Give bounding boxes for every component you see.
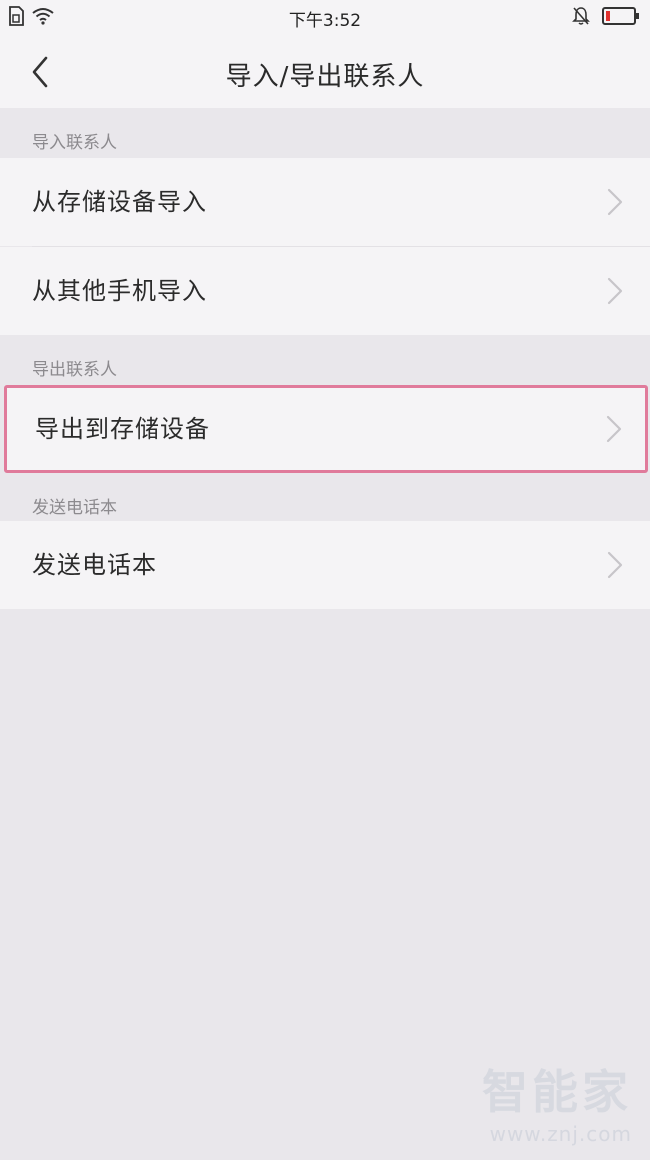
chevron-right-icon — [607, 188, 623, 216]
mute-bell-icon — [572, 7, 590, 25]
section-title-import: 导入联系人 — [32, 133, 117, 153]
battery-low-icon — [602, 7, 639, 25]
import-from-storage-label: 从存储设备导入 — [32, 188, 207, 216]
status-time: 下午3:52 — [288, 11, 362, 31]
chevron-right-icon — [607, 551, 623, 579]
send-phonebook-label: 发送电话本 — [32, 551, 157, 579]
export-to-storage-label: 导出到存储设备 — [35, 415, 210, 443]
watermark-url: www.znj.com — [489, 1122, 632, 1146]
import-from-storage-row[interactable]: 从存储设备导入 — [0, 158, 650, 246]
section-title-export: 导出联系人 — [32, 360, 117, 380]
status-bar: 下午3:52 — [0, 0, 650, 36]
chevron-right-icon — [606, 415, 622, 443]
page-title: 导入/导出联系人 — [225, 62, 425, 92]
watermark-brand: 智能家 — [482, 1065, 632, 1119]
app-header: 导入/导出联系人 — [0, 36, 650, 108]
export-to-storage-row[interactable]: 导出到存储设备 — [4, 385, 648, 473]
watermark: 智能家 www.znj.com — [482, 1056, 632, 1146]
import-from-other-phone-label: 从其他手机导入 — [32, 277, 207, 305]
chevron-right-icon — [607, 277, 623, 305]
section-header-export: 导出联系人 — [0, 335, 650, 385]
section-header-send: 发送电话本 — [0, 473, 650, 521]
import-from-other-phone-row[interactable]: 从其他手机导入 — [0, 247, 650, 335]
section-title-send: 发送电话本 — [32, 498, 117, 518]
status-right-icons — [572, 6, 640, 26]
send-phonebook-row[interactable]: 发送电话本 — [0, 521, 650, 609]
section-header-import: 导入联系人 — [0, 108, 650, 158]
